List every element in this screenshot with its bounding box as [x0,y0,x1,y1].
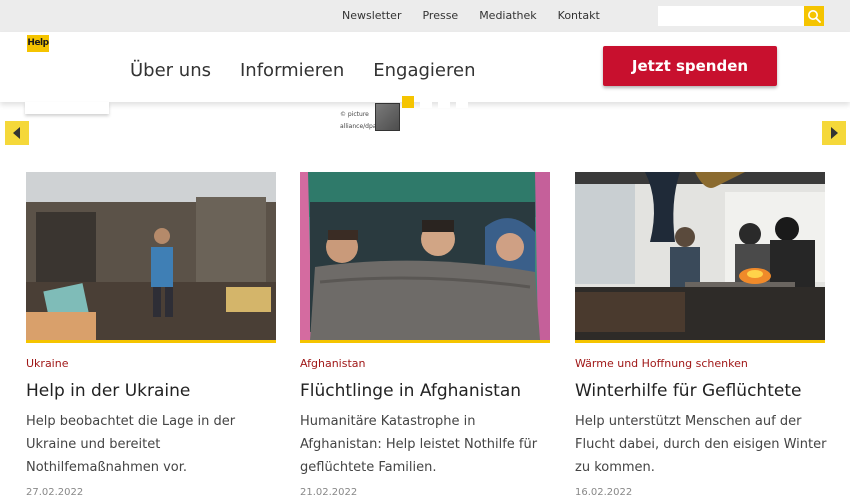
slider-dot[interactable] [438,96,450,108]
main-nav: Über uns Informieren Engagieren [130,60,504,81]
top-utility-bar: Newsletter Presse Mediathek Kontakt [0,0,850,32]
news-card[interactable]: Wärme und Hoffnung schenken Winterhilfe … [575,172,826,498]
slider-caption-box [25,102,109,114]
card-category[interactable]: Afghanistan [300,357,550,371]
chevron-right-icon [831,127,838,139]
card-category[interactable]: Ukraine [26,357,276,371]
card-date: 27.02.2022 [26,487,84,498]
card-title[interactable]: Flüchtlinge in Afghanistan [300,380,550,402]
card-accent-bar [575,340,825,343]
news-card[interactable]: Ukraine Help in der Ukraine Help beobach… [26,172,276,498]
card-title[interactable]: Help in der Ukraine [26,380,276,402]
card-image-afghanistan[interactable] [300,172,550,340]
search-icon [808,10,821,23]
slider-thumbnail[interactable] [375,103,400,131]
slider-next-button[interactable] [822,121,846,145]
utility-link-mediathek[interactable]: Mediathek [479,9,536,22]
utility-link-kontakt[interactable]: Kontakt [558,9,600,22]
card-image-ukraine[interactable] [26,172,276,340]
nav-item-engagieren[interactable]: Engagieren [373,60,475,81]
photo-credit: © picture alliance/dpa/TASS [340,111,394,130]
card-description: Help beobachtet die Lage in der Ukraine … [26,414,236,475]
slider-prev-button[interactable] [5,121,29,145]
slider-dot[interactable] [420,96,432,108]
chevron-left-icon [13,127,20,139]
help-logo[interactable]: Help [27,35,49,52]
card-accent-bar [26,340,276,343]
search-input[interactable] [658,6,804,26]
card-image-winterhilfe[interactable] [575,172,825,340]
main-header: Help Über uns Informieren Engagieren Jet… [0,32,850,102]
slider-pagination [402,96,468,108]
nav-item-informieren[interactable]: Informieren [240,60,344,81]
card-date: 16.02.2022 [575,487,633,498]
donate-button[interactable]: Jetzt spenden [603,46,777,86]
card-title[interactable]: Winterhilfe für Geflüchtete [575,380,825,402]
card-accent-bar [300,340,550,343]
utility-link-newsletter[interactable]: Newsletter [342,9,401,22]
card-date: 21.02.2022 [300,487,358,498]
slider-dot[interactable] [456,96,468,108]
utility-link-presse[interactable]: Presse [422,9,458,22]
card-description: Humanitäre Katastrophe in Afghanistan: H… [300,414,538,475]
nav-item-ueber-uns[interactable]: Über uns [130,60,211,81]
card-category[interactable]: Wärme und Hoffnung schenken [575,357,825,371]
slider-dot[interactable] [402,96,414,108]
news-card[interactable]: Afghanistan Flüchtlinge in Afghanistan H… [300,172,550,498]
utility-nav: Newsletter Presse Mediathek Kontakt [342,9,621,22]
search-button[interactable] [804,6,824,26]
card-description: Help unterstützt Menschen auf der Flucht… [575,414,827,475]
